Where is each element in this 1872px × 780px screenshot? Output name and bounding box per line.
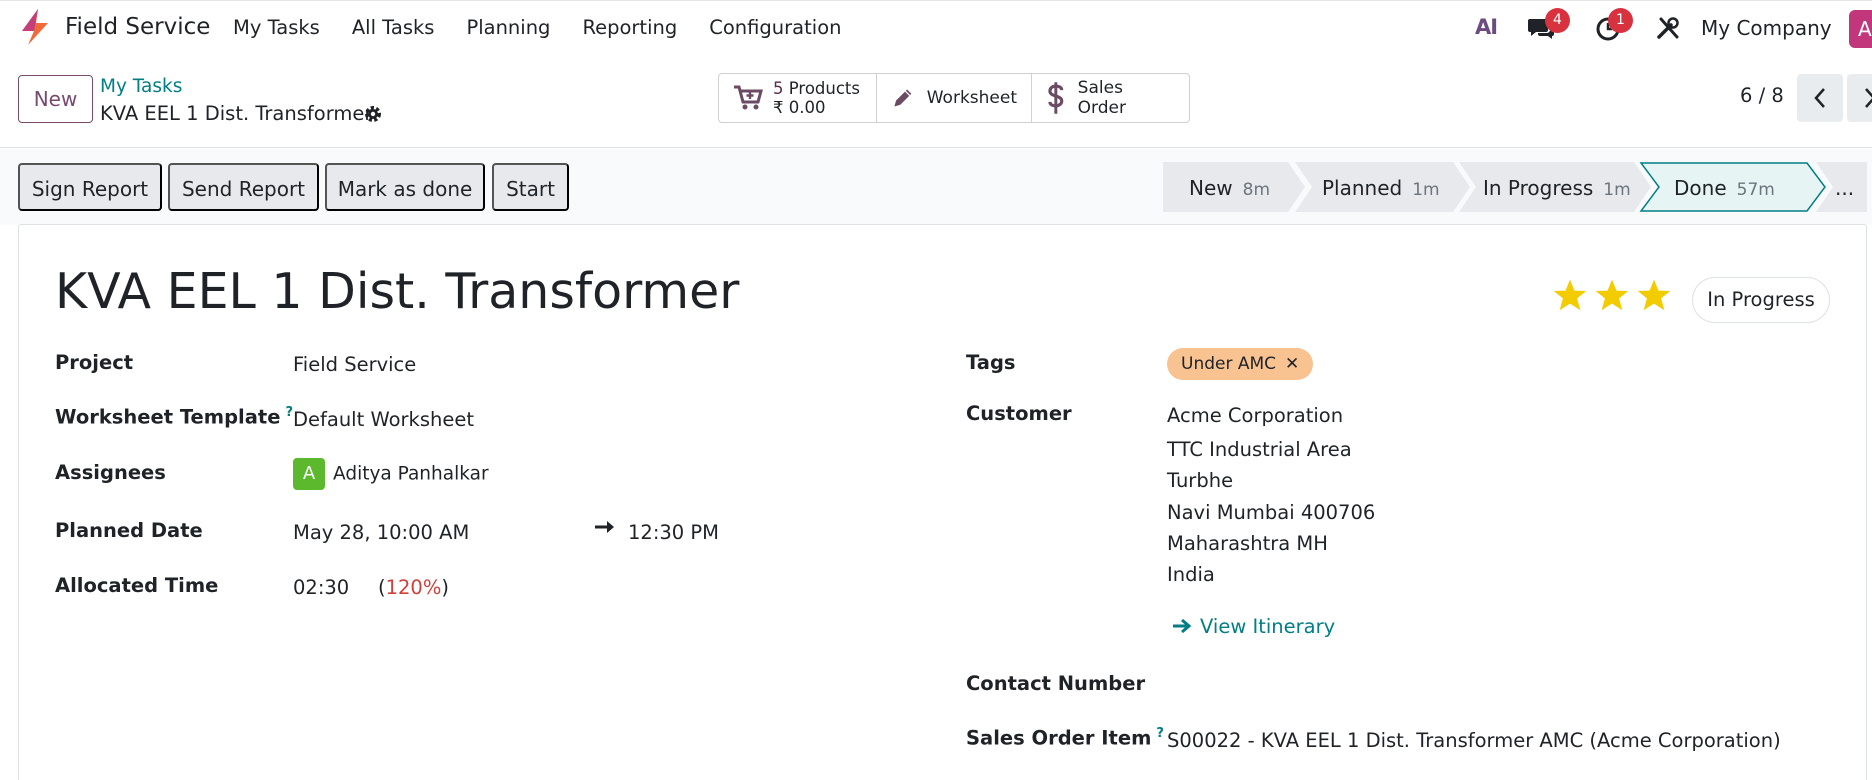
cart-plus-icon	[734, 85, 763, 110]
sign-report-button[interactable]: Sign Report	[18, 163, 162, 211]
tools-icon[interactable]	[1655, 15, 1681, 41]
menu-planning[interactable]: Planning	[466, 16, 550, 39]
stage-done[interactable]: Done 57m	[1674, 176, 1775, 200]
planned-start-field[interactable]: May 28, 10:00 AM	[293, 521, 469, 544]
pager-counter[interactable]: 6 / 8	[1740, 84, 1784, 107]
pager-next-button[interactable]	[1847, 74, 1872, 122]
address-line: India	[1167, 563, 1215, 586]
menu-my-tasks[interactable]: My Tasks	[233, 16, 320, 39]
state-pill[interactable]: In Progress	[1692, 277, 1830, 323]
arrow-right-icon	[1173, 618, 1192, 634]
gear-icon[interactable]	[363, 104, 383, 124]
allocated-time-label: Allocated Time	[55, 574, 219, 597]
products-count: 5	[773, 79, 784, 98]
assignees-field[interactable]: A Aditya Panhalkar	[293, 458, 489, 490]
pager-previous-button[interactable]	[1797, 74, 1843, 122]
arrow-right-icon	[595, 521, 614, 533]
send-report-button[interactable]: Send Report	[168, 163, 319, 211]
chevron-right-icon	[1865, 88, 1872, 108]
main-menu: My Tasks All Tasks Planning Reporting Co…	[233, 16, 873, 39]
control-panel: New My Tasks KVA EEL 1 Dist. Transformer…	[0, 56, 1872, 148]
mark-as-done-button[interactable]: Mark as done	[325, 163, 485, 211]
address-line: TTC Industrial Area	[1167, 438, 1352, 461]
assignee-avatar: A	[293, 458, 325, 490]
breadcrumb-record-name: KVA EEL 1 Dist. Transformer	[100, 102, 373, 125]
stage-more[interactable]: ...	[1835, 176, 1854, 200]
status-action-row: Sign Report Send Report Mark as done Sta…	[0, 149, 1872, 225]
stage-new[interactable]: New 8m	[1189, 176, 1270, 200]
tags-label: Tags	[966, 351, 1016, 374]
chat-badge: 4	[1545, 8, 1570, 33]
menu-reporting[interactable]: Reporting	[582, 16, 677, 39]
breadcrumb-my-tasks[interactable]: My Tasks	[100, 76, 182, 97]
help-tooltip-icon[interactable]: ?	[1156, 726, 1164, 741]
sales-order-label: Sales Order	[1077, 78, 1126, 118]
products-label: Products	[788, 79, 860, 98]
priority-stars[interactable]	[1552, 278, 1672, 312]
planned-date-label: Planned Date	[55, 519, 203, 542]
star-icon[interactable]	[1594, 278, 1630, 312]
tag-under-amc[interactable]: Under AMC ✕	[1167, 348, 1314, 380]
address-line: Turbhe	[1167, 469, 1234, 492]
dollar-icon	[1048, 82, 1064, 114]
customer-name[interactable]: Acme Corporation	[1167, 404, 1343, 427]
stage-in-progress[interactable]: In Progress 1m	[1483, 176, 1631, 200]
start-button[interactable]: Start	[492, 163, 569, 211]
address-line: Navi Mumbai 400706	[1167, 501, 1376, 524]
project-label: Project	[55, 351, 134, 374]
view-itinerary-link[interactable]: View Itinerary	[1172, 615, 1335, 638]
allocated-percent: (120%)	[378, 576, 449, 599]
star-icon[interactable]	[1636, 278, 1672, 312]
products-smart-button[interactable]: 5 Products ₹ 0.00	[719, 74, 877, 122]
menu-configuration[interactable]: Configuration	[709, 16, 841, 39]
help-tooltip-icon[interactable]: ?	[285, 405, 293, 420]
ai-icon[interactable]: AI	[1475, 15, 1498, 39]
sales-order-item-field[interactable]: S00022 - KVA EEL 1 Dist. Transformer AMC…	[1167, 729, 1781, 752]
customer-label: Customer	[966, 402, 1072, 425]
assignee-name: Aditya Panhalkar	[333, 463, 489, 485]
pencil-icon	[894, 89, 912, 107]
planned-end-field[interactable]: 12:30 PM	[628, 521, 719, 544]
star-icon[interactable]	[1552, 278, 1588, 312]
products-amount: ₹ 0.00	[773, 98, 826, 117]
project-field[interactable]: Field Service	[293, 353, 416, 376]
close-icon[interactable]: ✕	[1285, 354, 1299, 374]
stage-planned[interactable]: Planned 1m	[1322, 176, 1440, 200]
worksheet-label: Worksheet	[926, 88, 1017, 108]
app-name[interactable]: Field Service	[65, 14, 210, 40]
smart-buttons: 5 Products ₹ 0.00 Worksheet Sales Order	[718, 73, 1190, 123]
chevron-left-icon	[1814, 88, 1825, 108]
menu-all-tasks[interactable]: All Tasks	[352, 16, 435, 39]
worksheet-template-label: Worksheet Template?	[55, 405, 293, 429]
allocated-time-field[interactable]: 02:30	[293, 576, 349, 599]
worksheet-template-field[interactable]: Default Worksheet	[293, 408, 474, 431]
sales-order-item-label: Sales Order Item?	[966, 726, 1164, 750]
stage-statusbar: New 8m Planned 1m In Progress 1m Done 57m ..…	[1163, 162, 1867, 212]
new-button[interactable]: New	[18, 75, 93, 123]
assignees-label: Assignees	[55, 461, 166, 484]
contact-number-label: Contact Number	[966, 672, 1146, 695]
worksheet-smart-button[interactable]: Worksheet	[877, 74, 1032, 122]
top-navbar: Field Service My Tasks All Tasks Plannin…	[0, 0, 1872, 56]
activity-badge: 1	[1608, 8, 1633, 33]
task-title[interactable]: KVA EEL 1 Dist. Transformer	[55, 263, 739, 320]
address-line: Maharashtra MH	[1167, 532, 1328, 555]
user-avatar[interactable]: A	[1849, 10, 1872, 48]
company-switcher[interactable]: My Company	[1701, 16, 1832, 40]
field-service-logo-icon[interactable]	[18, 7, 52, 47]
sales-order-smart-button[interactable]: Sales Order	[1032, 74, 1189, 122]
